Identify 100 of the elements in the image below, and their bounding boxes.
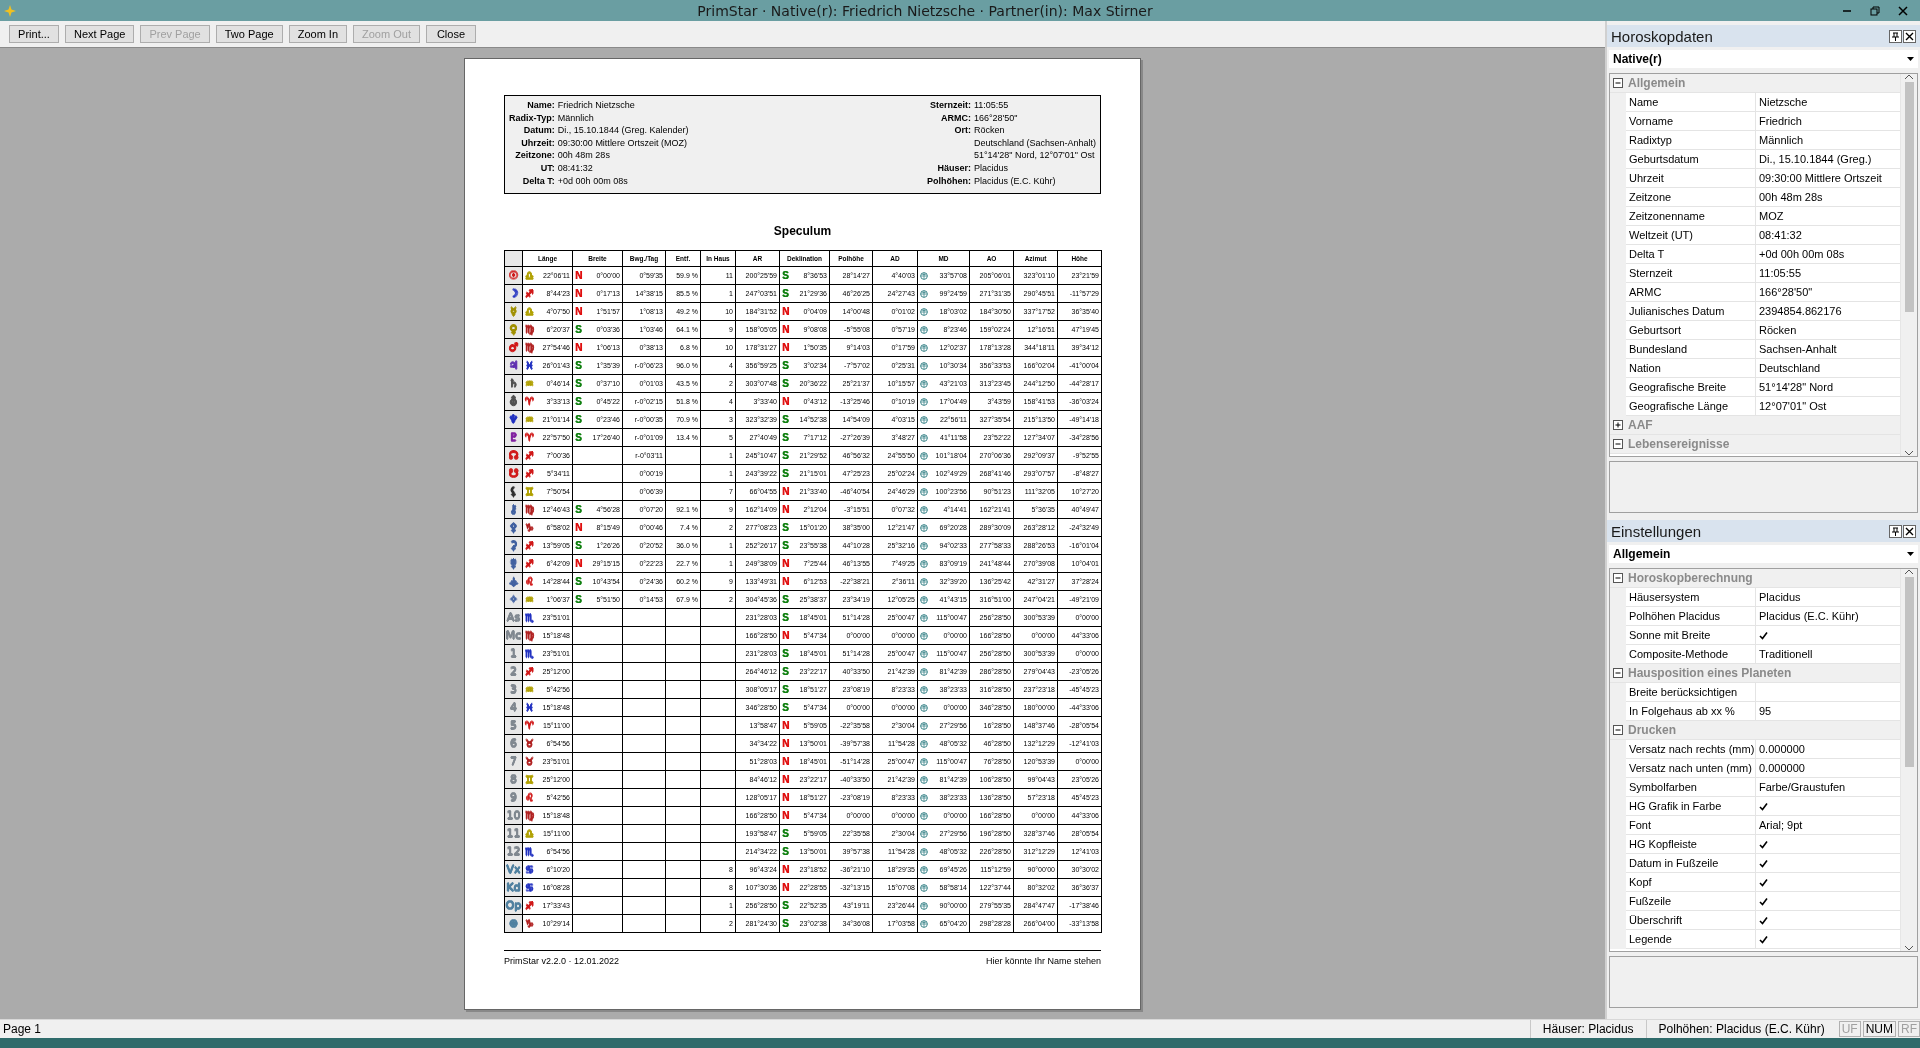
direction-letter: N [782, 576, 790, 587]
body-symbol: ☉ [508, 269, 519, 282]
page-title: Speculum [772, 224, 833, 238]
footer-text: Hier könnte Ihr Name stehen [985, 956, 1101, 966]
globe-icon [920, 325, 928, 334]
zodiac-symbol: ♎ [525, 306, 534, 317]
direction-letter: N [782, 864, 790, 875]
body-symbol: ♄ [508, 377, 519, 390]
globe-icon [920, 775, 928, 784]
globe-icon [920, 451, 928, 460]
window-title: PrimStar · Native(r): Friedrich Nietzsche · Partner(in): Max Stirner [696, 2, 1154, 19]
body-symbol: ⚴ [509, 521, 518, 534]
scroll-up-icon[interactable] [1905, 74, 1913, 80]
panel-title: Horoskopdaten [1611, 27, 1714, 45]
expand-toggle[interactable] [1613, 667, 1624, 679]
expand-toggle[interactable] [1613, 77, 1624, 89]
direction-letter: N [782, 792, 790, 803]
category-dropdown[interactable]: Allgemein [1609, 545, 1918, 563]
direction-letter: S [782, 288, 789, 299]
pin-button[interactable] [1889, 524, 1902, 538]
expand-toggle[interactable] [1613, 572, 1624, 584]
toolbar-button[interactable]: Print... [9, 25, 59, 43]
property-name: Zeitzone [1626, 188, 1756, 207]
toolbar-button[interactable]: Two Page [215, 25, 283, 43]
direction-letter: S [782, 432, 789, 443]
zodiac-symbol: ♒ [525, 378, 534, 389]
property-name: Sonne mit Breite [1626, 626, 1756, 645]
scroll-up-icon[interactable] [1905, 569, 1913, 575]
row-header [1610, 930, 1626, 949]
zodiac-symbol: ♌ [525, 576, 534, 587]
expand-toggle[interactable] [1613, 419, 1624, 431]
globe-icon [920, 793, 928, 802]
direction-letter: S [782, 450, 789, 461]
category-dropdown[interactable]: Native(r) [1609, 50, 1918, 68]
property-name: Zeitzonenname [1626, 207, 1756, 226]
direction-letter: S [575, 324, 582, 335]
direction-letter: S [782, 900, 789, 911]
direction-letter: N [782, 882, 790, 893]
category-title: Allgemein [1628, 76, 1686, 90]
category-title: Lebensereignisse [1628, 437, 1730, 451]
pin-button[interactable] [1889, 29, 1902, 43]
direction-letter: S [782, 702, 789, 713]
zodiac-symbol: ♏ [525, 846, 534, 857]
body-symbol: ⊕ [508, 917, 519, 930]
property-name: Versatz nach unten (mm) [1626, 759, 1756, 778]
direction-letter: N [782, 756, 790, 767]
body-symbol: 12 [506, 845, 521, 858]
direction-letter: S [575, 360, 582, 371]
direction-letter: S [782, 684, 789, 695]
close-button[interactable] [1903, 29, 1916, 43]
close-button[interactable] [1903, 524, 1916, 538]
direction-letter: S [782, 378, 789, 389]
check-icon [1759, 630, 1768, 640]
field-value: 11:05:55 [973, 99, 1010, 112]
body-symbol: 9 [510, 791, 517, 804]
field-label: UT: [539, 161, 555, 175]
toolbar-button[interactable]: Zoom In [288, 25, 348, 43]
field-value: 51°14'28" Nord, 12°07'01" Ost [973, 149, 1096, 162]
body-symbol: Vx [506, 863, 521, 876]
direction-letter: S [782, 414, 789, 425]
field-label: ARMC: [939, 111, 971, 125]
scroll-down-icon[interactable] [1905, 945, 1913, 951]
property-name: Versatz nach rechts (mm) [1626, 740, 1756, 759]
direction-letter: S [575, 540, 582, 551]
expand-toggle[interactable] [1613, 724, 1624, 736]
body-symbol: ♂ [508, 341, 519, 354]
zodiac-symbol: ♐ [525, 468, 534, 479]
body-symbol: 4 [510, 701, 517, 714]
field-label: Uhrzeit: [520, 136, 555, 150]
restore-icon [1870, 5, 1880, 16]
globe-icon [920, 865, 928, 874]
property-name: Symbolfarben [1626, 778, 1756, 797]
panel-title: Einstellungen [1611, 522, 1703, 540]
property-name: Breite berücksichtigen [1626, 683, 1756, 702]
body-symbol: 3 [510, 683, 517, 696]
zodiac-symbol: ♍ [525, 342, 534, 353]
direction-letter: N [575, 522, 583, 533]
expand-toggle[interactable] [1613, 438, 1624, 450]
zodiac-symbol: ♌ [525, 792, 534, 803]
scrollbar[interactable] [1900, 74, 1917, 456]
zodiac-symbol: ♉ [525, 738, 534, 749]
globe-icon [920, 577, 928, 586]
zodiac-symbol: ♐ [525, 666, 534, 677]
zodiac-symbol: ♒ [525, 414, 534, 425]
direction-letter: N [782, 486, 790, 497]
field-value: Röcken [973, 124, 1006, 137]
globe-icon [920, 397, 928, 406]
category-title: AAF [1628, 418, 1653, 432]
property-name: Legende [1626, 930, 1756, 949]
property-name: Kopf [1626, 873, 1756, 892]
zodiac-symbol: ♎ [525, 270, 534, 281]
toolbar-button[interactable]: Close [425, 25, 476, 43]
scroll-down-icon[interactable] [1905, 450, 1913, 456]
property-name: Datum in Fußzeile [1626, 854, 1756, 873]
toolbar-button[interactable]: Next Page [65, 25, 135, 43]
row-header [1610, 740, 1626, 759]
zodiac-symbol: ♐ [525, 900, 534, 911]
body-symbol: 11 [506, 827, 521, 840]
zodiac-symbol: ♏ [525, 612, 534, 623]
scrollbar[interactable] [1900, 569, 1917, 951]
